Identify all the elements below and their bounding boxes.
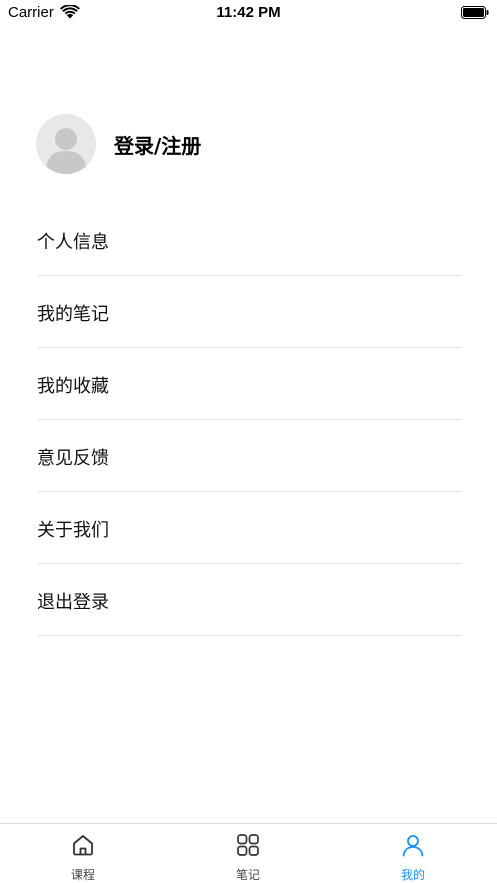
profile-header[interactable]: 登录/注册	[36, 114, 460, 174]
tab-notes[interactable]: 笔记	[208, 824, 288, 883]
menu-item-label: 关于我们	[37, 520, 109, 541]
settings-menu: 个人信息 我的笔记 我的收藏 意见反馈 关于我们 退出登录	[37, 204, 461, 636]
menu-item-my-notes[interactable]: 我的笔记	[37, 276, 461, 348]
menu-item-label: 我的收藏	[37, 376, 109, 397]
battery-icon	[461, 6, 489, 19]
status-bar: Carrier 11:42 PM	[0, 0, 497, 28]
tab-label: 课程	[70, 868, 95, 882]
tab-courses[interactable]: 课程	[43, 824, 123, 883]
tab-bar: 课程 笔记 我的	[0, 823, 497, 883]
menu-item-label: 意见反馈	[37, 448, 109, 469]
menu-item-label: 个人信息	[37, 232, 109, 253]
tab-mine[interactable]: 我的	[373, 824, 453, 883]
login-register-link[interactable]: 登录/注册	[114, 130, 201, 159]
menu-item-feedback[interactable]: 意见反馈	[37, 420, 461, 492]
home-icon	[73, 835, 93, 856]
menu-item-personal-info[interactable]: 个人信息	[37, 204, 461, 276]
clock: 11:42 PM	[216, 4, 281, 21]
menu-item-logout[interactable]: 退出登录	[37, 564, 461, 636]
menu-item-about-us[interactable]: 关于我们	[37, 492, 461, 564]
person-icon	[402, 835, 424, 857]
menu-item-label: 我的笔记	[37, 304, 109, 325]
default-avatar-icon	[36, 114, 96, 174]
avatar[interactable]	[36, 114, 96, 174]
menu-item-my-favorites[interactable]: 我的收藏	[37, 348, 461, 420]
grid-icon	[237, 834, 259, 856]
tab-label: 我的	[400, 868, 425, 882]
tab-label: 笔记	[235, 868, 260, 882]
menu-item-label: 退出登录	[37, 592, 109, 613]
